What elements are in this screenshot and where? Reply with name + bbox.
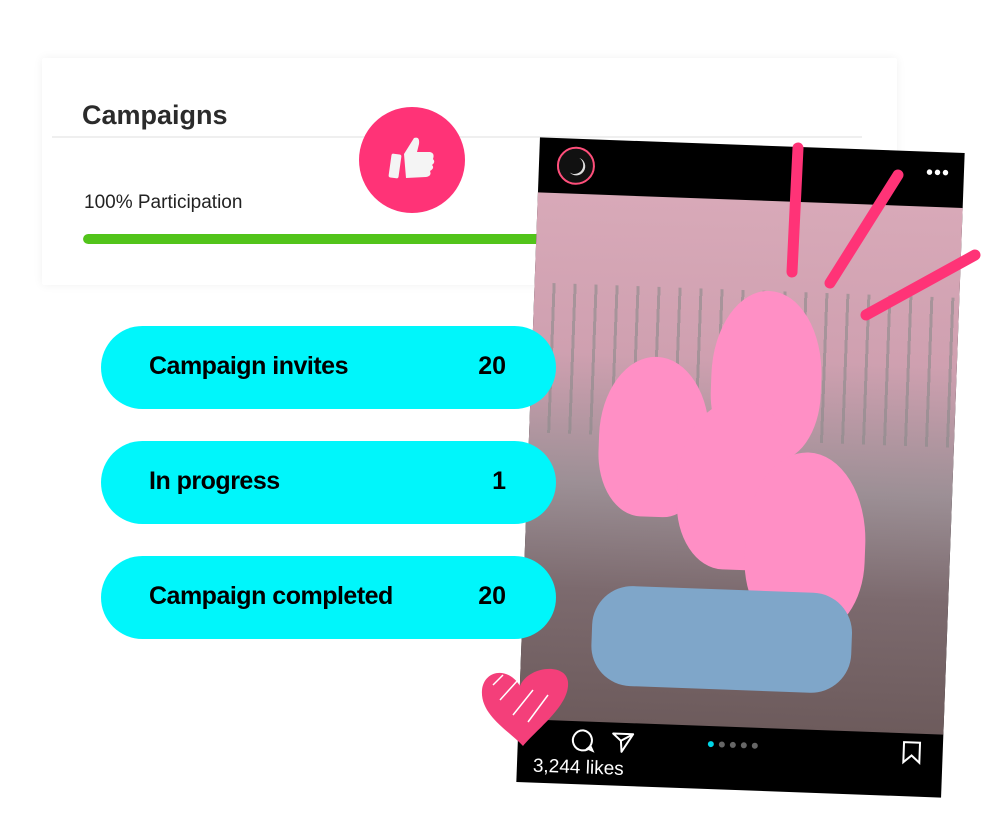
stat-label: Campaign invites [149, 352, 349, 380]
carousel-dot[interactable] [707, 740, 714, 748]
moon-icon [569, 157, 586, 176]
likes-count: 3,244 likes [532, 755, 625, 780]
instagram-post: ••• 3,244 likes [516, 137, 965, 798]
stat-campaign-invites: Campaign invites 20 [101, 326, 556, 409]
stat-value: 20 [478, 352, 506, 380]
more-dots-icon[interactable]: ••• [925, 162, 951, 186]
bookmark-icon[interactable] [898, 739, 925, 766]
participation-label: 100% Participation [84, 192, 243, 213]
post-photo [518, 192, 963, 735]
jeans [589, 584, 854, 695]
carousel-dots [707, 740, 758, 749]
card-title: Campaigns [82, 100, 228, 130]
share-icon[interactable] [609, 728, 636, 755]
thumbs-up-badge [359, 107, 465, 213]
carousel-dot[interactable] [740, 742, 747, 749]
stat-label: Campaign completed [149, 582, 393, 610]
avatar[interactable] [556, 146, 596, 186]
comment-icon[interactable] [569, 727, 596, 754]
stat-campaign-completed: Campaign completed 20 [101, 556, 556, 639]
stat-value: 20 [478, 582, 506, 610]
card-header: Campaigns [52, 86, 862, 138]
carousel-dot[interactable] [751, 742, 758, 749]
carousel-dot[interactable] [729, 741, 736, 749]
stat-in-progress: In progress 1 [101, 441, 556, 524]
stat-value: 1 [492, 467, 506, 495]
stat-label: In progress [149, 467, 280, 495]
heart-icon [481, 668, 569, 746]
carousel-dot[interactable] [718, 741, 725, 748]
thumbs-up-icon [388, 137, 435, 179]
